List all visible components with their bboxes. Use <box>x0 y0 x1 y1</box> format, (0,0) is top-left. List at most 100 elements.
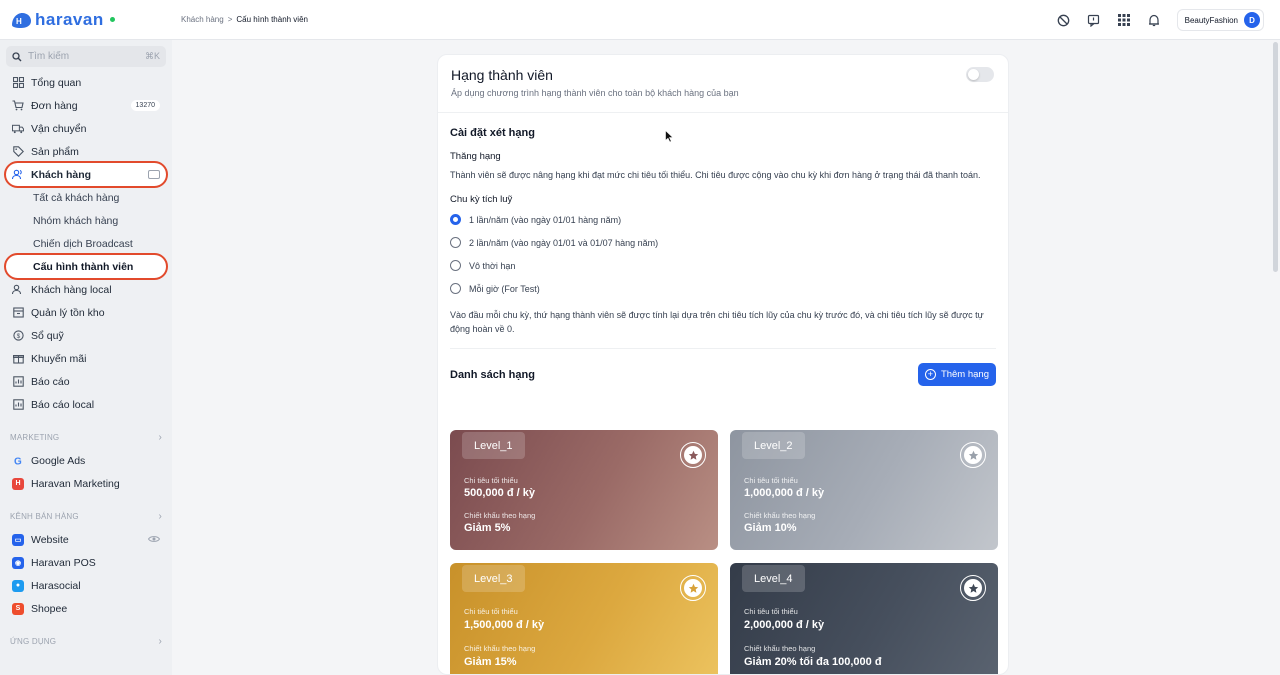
tier-list-title: Danh sách hạng <box>450 368 535 381</box>
sidebar-item-harasocial[interactable]: ● Harasocial <box>6 574 166 597</box>
tier-card-level-2[interactable]: Level_2 Chi tiêu tối thiểu 1,000,000 đ /… <box>730 430 998 550</box>
sidebar-item-orders[interactable]: Đơn hàng 13270 <box>6 94 166 117</box>
sidebar-item-customers[interactable]: Khách hàng <box>4 161 168 188</box>
apps-grid-icon[interactable] <box>1117 13 1131 27</box>
tier-name: Level_3 <box>462 565 525 592</box>
search-input[interactable]: Tìm kiếm <box>28 51 69 62</box>
page-scrollbar[interactable] <box>1272 40 1280 675</box>
eye-icon[interactable] <box>147 534 161 546</box>
sidebar-subitem-membership-config[interactable]: Cấu hình thành viên <box>4 253 168 280</box>
min-spend-label: Chi tiêu tối thiểu <box>744 476 798 485</box>
breadcrumb-separator: > <box>227 15 233 24</box>
scrollbar-thumb[interactable] <box>1273 42 1278 272</box>
sidebar-item-local-reports[interactable]: Báo cáo local <box>6 393 166 416</box>
search-box[interactable]: Tìm kiếm ⌘K <box>6 46 166 67</box>
sidebar-item-label: Tổng quan <box>31 76 82 89</box>
section-marketing[interactable]: MARKETING › <box>6 426 166 449</box>
orders-count-badge: 13270 <box>130 100 160 111</box>
google-icon: G <box>12 455 24 467</box>
section-sales-channels[interactable]: KÊNH BÁN HÀNG › <box>6 505 166 528</box>
open-window-icon[interactable] <box>148 170 160 179</box>
page-title: Hạng thành viên <box>451 67 553 83</box>
discount-label: Chiết khấu theo hạng <box>744 644 816 653</box>
breadcrumb-parent[interactable]: Khách hàng <box>181 15 224 24</box>
radio-selected[interactable] <box>450 214 461 225</box>
sidebar-item-label: Quản lý tồn kho <box>31 306 105 319</box>
star-icon[interactable] <box>960 575 986 601</box>
min-spend-value: 2,000,000 đ / kỳ <box>744 619 825 631</box>
star-icon[interactable] <box>680 575 706 601</box>
chat-icon[interactable] <box>1087 13 1101 27</box>
chevron-right-icon: › <box>158 432 162 443</box>
sidebar-item-products[interactable]: Sản phẩm <box>6 140 166 163</box>
min-spend-label: Chi tiêu tối thiểu <box>464 607 518 616</box>
discount-label: Chiết khấu theo hạng <box>464 644 536 653</box>
sidebar-item-label: Khách hàng local <box>31 283 112 296</box>
sidebar-item-cashbook[interactable]: $ Sổ quỹ <box>6 324 166 347</box>
section-apps[interactable]: ỨNG DỤNG › <box>6 630 166 653</box>
plus-circle-icon: + <box>924 369 936 380</box>
store-switcher[interactable]: BeautyFashion D <box>1176 9 1264 31</box>
section-title: Cài đặt xét hạng <box>450 127 535 139</box>
radio[interactable] <box>450 237 461 248</box>
gift-icon <box>12 353 24 365</box>
sidebar-subitem-all-customers[interactable]: Tất cả khách hàng <box>6 186 166 209</box>
bell-icon[interactable] <box>1147 13 1161 27</box>
sidebar-item-label: Harasocial <box>31 579 81 592</box>
cycle-option-label: Vô thời hạn <box>469 260 516 271</box>
sidebar-item-local-customers[interactable]: Khách hàng local <box>6 278 166 301</box>
no-entry-icon[interactable] <box>1057 13 1071 27</box>
cycle-option-unlimited[interactable]: Vô thời hạn <box>450 254 996 277</box>
sidebar-item-haravan-pos[interactable]: ◉ Haravan POS <box>6 551 166 574</box>
radio[interactable] <box>450 260 461 271</box>
upgrade-label: Thăng hạng <box>450 151 501 162</box>
min-spend-value: 1,000,000 đ / kỳ <box>744 487 825 499</box>
sidebar-item-label: Website <box>31 533 69 546</box>
sidebar-item-overview[interactable]: Tổng quan <box>6 71 166 94</box>
cycle-option-label: 2 lần/năm (vào ngày 01/01 và 01/07 hàng … <box>469 237 659 248</box>
sidebar-item-shopee[interactable]: S Shopee <box>6 597 166 620</box>
sidebar-item-inventory[interactable]: Quản lý tồn kho <box>6 301 166 324</box>
sidebar-subitem-broadcast[interactable]: Chiến dịch Broadcast <box>6 232 166 255</box>
star-icon[interactable] <box>680 442 706 468</box>
cycle-option-yearly[interactable]: 1 lần/năm (vào ngày 01/01 hàng năm) <box>450 208 996 231</box>
tier-card-level-1[interactable]: Level_1 Chi tiêu tối thiểu 500,000 đ / k… <box>450 430 718 550</box>
sidebar-item-label: Khách hàng <box>31 168 92 181</box>
star-icon[interactable] <box>960 442 986 468</box>
haravan-logo[interactable]: H haravan <box>0 10 172 30</box>
sidebar-subitem-customer-groups[interactable]: Nhóm khách hàng <box>6 209 166 232</box>
sidebar-item-label: Google Ads <box>31 454 86 467</box>
discount-label: Chiết khấu theo hạng <box>744 511 816 520</box>
membership-toggle[interactable] <box>966 67 994 82</box>
sidebar-item-google-ads[interactable]: G Google Ads <box>6 449 166 472</box>
discount-value: Giảm 10% <box>744 522 797 534</box>
cycle-option-hourly[interactable]: Mỗi giờ (For Test) <box>450 277 996 300</box>
tier-card-level-3[interactable]: Level_3 Chi tiêu tối thiểu 1,500,000 đ /… <box>450 563 718 674</box>
cycle-option-label: Mỗi giờ (For Test) <box>469 283 540 294</box>
sidebar-item-reports[interactable]: Báo cáo <box>6 370 166 393</box>
sidebar-item-haravan-marketing[interactable]: H Haravan Marketing <box>6 472 166 495</box>
sidebar: Tìm kiếm ⌘K Tổng quan Đơn hàng 13270 Vận… <box>0 40 172 675</box>
sidebar-item-shipping[interactable]: Vận chuyển <box>6 117 166 140</box>
sidebar-item-label: Khuyến mãi <box>31 352 87 365</box>
tier-name: Level_2 <box>742 432 805 459</box>
sidebar-item-promotions[interactable]: Khuyến mãi <box>6 347 166 370</box>
users-icon <box>12 284 24 296</box>
svg-text:H: H <box>16 17 22 26</box>
cycle-option-label: 1 lần/năm (vào ngày 01/01 hàng năm) <box>469 214 622 225</box>
add-tier-button[interactable]: + Thêm hạng <box>917 363 996 386</box>
sidebar-item-website[interactable]: ▭ Website <box>6 528 166 551</box>
report-icon <box>12 399 24 411</box>
tier-card-level-4[interactable]: Level_4 Chi tiêu tối thiểu 2,000,000 đ /… <box>730 563 998 674</box>
sidebar-item-label: Báo cáo local <box>31 398 95 411</box>
logo-text: haravan <box>35 9 104 29</box>
discount-value: Giảm 5% <box>464 522 511 534</box>
dashboard-icon <box>12 77 24 89</box>
cycle-option-twice-yearly[interactable]: 2 lần/năm (vào ngày 01/01 và 01/07 hàng … <box>450 231 996 254</box>
add-tier-label: Thêm hạng <box>940 369 989 380</box>
min-spend-value: 1,500,000 đ / kỳ <box>464 619 545 631</box>
sidebar-item-label: Sản phẩm <box>31 145 79 158</box>
cycle-label: Chu kỳ tích luỹ <box>450 194 513 205</box>
radio[interactable] <box>450 283 461 294</box>
shopee-icon: S <box>12 602 24 615</box>
